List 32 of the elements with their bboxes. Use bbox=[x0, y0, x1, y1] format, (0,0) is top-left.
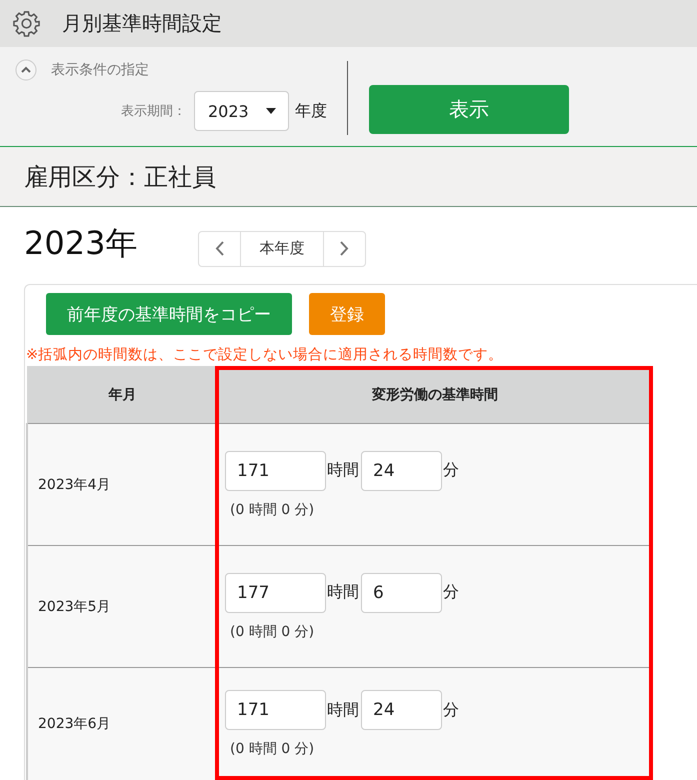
hours-field[interactable]: 171 bbox=[225, 690, 326, 730]
minutes-unit: 分 bbox=[443, 700, 459, 720]
year-unit: 年度 bbox=[295, 100, 327, 122]
hours-unit: 時間 bbox=[327, 460, 359, 481]
minutes-unit: 分 bbox=[443, 460, 459, 481]
minutes-field[interactable]: 24 bbox=[361, 690, 442, 730]
caret-icon bbox=[266, 108, 276, 114]
minutes-unit: 分 bbox=[443, 582, 459, 603]
default-time: (0 時間 0 分) bbox=[230, 740, 314, 758]
default-time: (0 時間 0 分) bbox=[230, 500, 314, 518]
section-label: 表示条件の指定 bbox=[51, 61, 149, 79]
chevron-right-icon bbox=[340, 241, 349, 256]
collapse-icon[interactable] bbox=[15, 59, 37, 81]
page-title: 月別基準時間設定 bbox=[62, 10, 222, 37]
default-time: (0 時間 0 分) bbox=[230, 622, 314, 640]
year-heading: 2023年 bbox=[24, 222, 138, 264]
minutes-field[interactable]: 6 bbox=[361, 572, 442, 612]
month-cell: 2023年5月 bbox=[27, 546, 218, 668]
hours-field[interactable]: 177 bbox=[225, 572, 326, 612]
hours-field[interactable]: 171 bbox=[225, 450, 326, 490]
hours-unit: 時間 bbox=[327, 582, 359, 603]
column-header: 年月 bbox=[27, 366, 218, 424]
note-text: ※括弧内の時間数は、ここで設定しない場合に適用される時間数です。 bbox=[26, 346, 504, 364]
chevron-left-icon bbox=[215, 241, 224, 256]
settings-icon bbox=[13, 10, 40, 37]
month-cell: 2023年6月 bbox=[27, 668, 218, 780]
minutes-field[interactable]: 24 bbox=[361, 450, 442, 490]
hours-unit: 時間 bbox=[327, 700, 359, 720]
month-cell: 2023年4月 bbox=[27, 424, 218, 546]
year-select[interactable]: 2023 bbox=[194, 91, 289, 131]
period-label: 表示期間： bbox=[121, 103, 186, 120]
employment-type: 雇用区分：正社員 bbox=[24, 162, 216, 192]
